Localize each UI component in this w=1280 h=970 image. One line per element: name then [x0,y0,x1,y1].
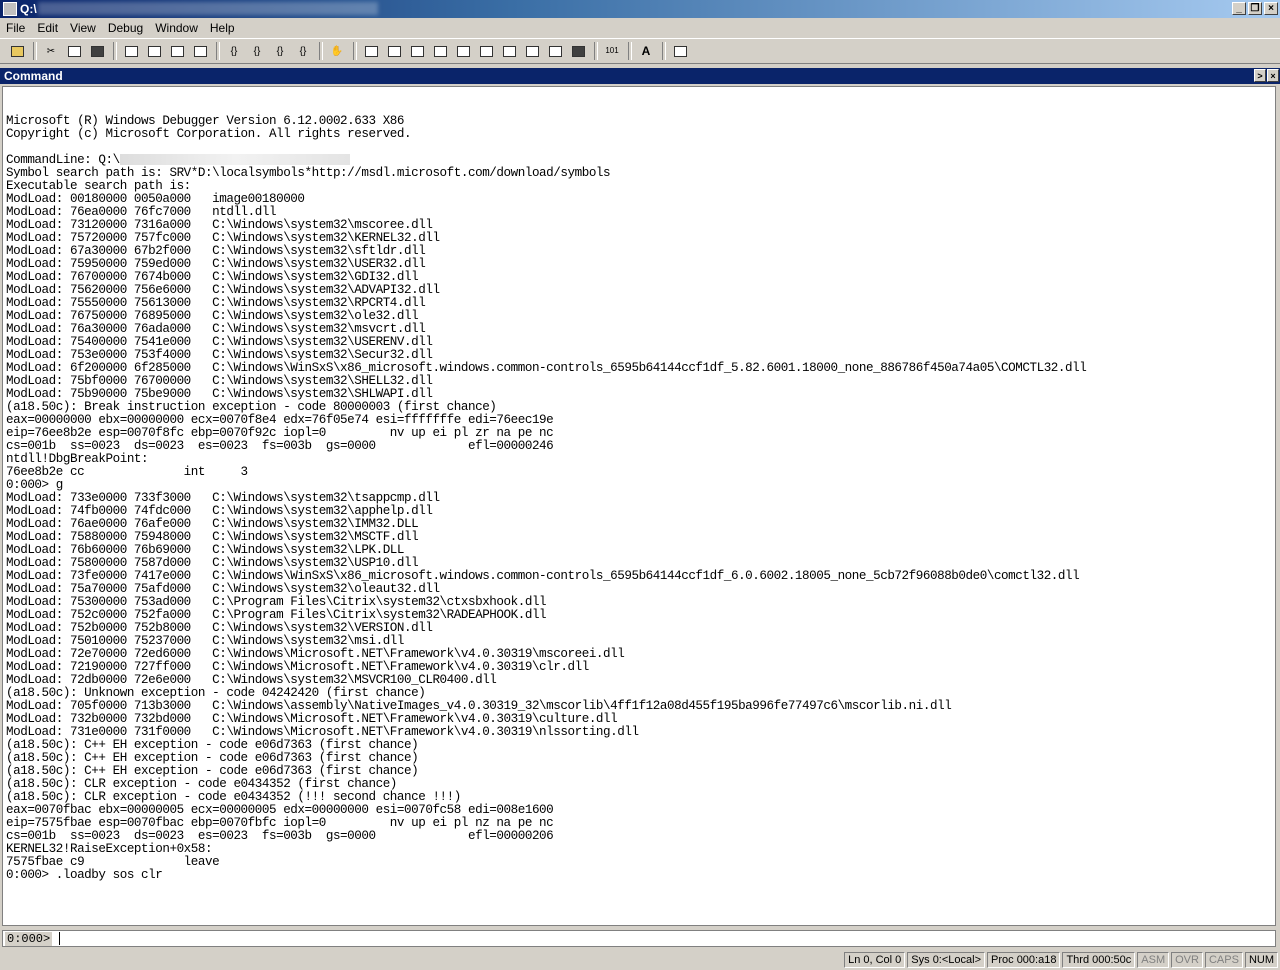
memory-window-icon[interactable] [454,42,472,60]
step-over-icon[interactable]: {} [248,42,266,60]
app-icon [3,2,17,16]
output-line: 76ee8b2e cc int 3 [6,465,248,479]
status-caps: CAPS [1204,952,1243,968]
status-ovr: OVR [1171,952,1203,968]
paste-icon[interactable] [88,42,106,60]
toolbar-separator [113,42,117,60]
menu-edit[interactable]: Edit [31,21,64,35]
command-input-row: 0:000> [2,930,1278,947]
output-line: 0:000> .loadby sos clr [6,868,163,882]
window-title-bar[interactable]: Q:\ _ ❐ × [0,0,1280,18]
status-bar: Ln 0, Col 0 Sys 0:<Local> Proc 000:a18 T… [0,952,1280,970]
stop-debugging-icon[interactable] [145,42,163,60]
menu-bar: File Edit View Debug Window Help [0,18,1280,38]
panel-close-icon[interactable]: × [1267,69,1279,82]
step-into-icon[interactable]: {} [225,42,243,60]
registers-window-icon[interactable] [431,42,449,60]
toolbar-separator [319,42,323,60]
command-window-icon[interactable] [362,42,380,60]
font-icon[interactable]: A [637,42,655,60]
toolbar-separator [353,42,357,60]
status-sys: Sys 0:<Local> [907,952,986,968]
break-icon[interactable] [191,42,209,60]
locals-window-icon[interactable] [408,42,426,60]
output-line: Copyright (c) Microsoft Corporation. All… [6,127,412,141]
status-num: NUM [1244,952,1278,968]
status-thrd: Thrd 000:50c [1062,952,1136,968]
scratch-pad-icon[interactable] [523,42,541,60]
toolbar: ✂ {} {} {} {} ✋ 101 A [0,38,1280,64]
menu-debug[interactable]: Debug [102,21,149,35]
output-line: 7575fbae c9 leave [6,855,220,869]
watch-window-icon[interactable] [385,42,403,60]
command-panel-title-bar[interactable]: Command > × [0,68,1280,84]
toolbar-separator [628,42,632,60]
status-asm: ASM [1137,952,1170,968]
options-icon[interactable] [671,42,689,60]
redacted-path [119,154,350,166]
detach-icon[interactable] [168,42,186,60]
menu-window[interactable]: Window [149,21,204,35]
command-panel-title: Command [4,69,63,83]
toolbar-separator [662,42,666,60]
toolbar-separator [33,42,37,60]
processes-threads-icon[interactable] [546,42,564,60]
run-to-cursor-icon[interactable]: {} [294,42,312,60]
close-button[interactable]: × [1264,2,1278,15]
disassembly-window-icon[interactable] [500,42,518,60]
restore-button[interactable]: ❐ [1248,2,1262,15]
minimize-button[interactable]: _ [1232,2,1246,15]
toolbar-separator [594,42,598,60]
status-ln-col: Ln 0, Col 0 [844,952,906,968]
call-stack-icon[interactable] [477,42,495,60]
command-output-text: Microsoft (R) Windows Debugger Version 6… [3,87,1275,882]
hex-display-icon[interactable]: 101 [603,42,621,60]
menu-file[interactable]: File [0,21,31,35]
restart-icon[interactable] [122,42,140,60]
source-mode-icon[interactable] [569,42,587,60]
window-title: Q:\ [20,2,37,16]
redacted-title-region [38,2,378,15]
panel-menu-icon[interactable]: > [1254,69,1266,82]
output-line: cs=001b ss=0023 ds=0023 es=0023 fs=003b … [6,439,554,453]
command-output[interactable]: Microsoft (R) Windows Debugger Version 6… [2,86,1276,926]
step-out-icon[interactable]: {} [271,42,289,60]
output-line: Symbol search path is: SRV*D:\localsymbo… [6,166,611,180]
menu-help[interactable]: Help [204,21,241,35]
copy-icon[interactable] [65,42,83,60]
breakpoint-hand-icon[interactable]: ✋ [328,42,346,60]
menu-view[interactable]: View [64,21,102,35]
cut-icon[interactable]: ✂ [42,42,60,60]
command-input[interactable] [59,932,1278,945]
toolbar-separator [216,42,220,60]
command-prompt: 0:000> [5,932,53,946]
status-proc: Proc 000:a18 [987,952,1061,968]
open-icon[interactable] [8,42,26,60]
